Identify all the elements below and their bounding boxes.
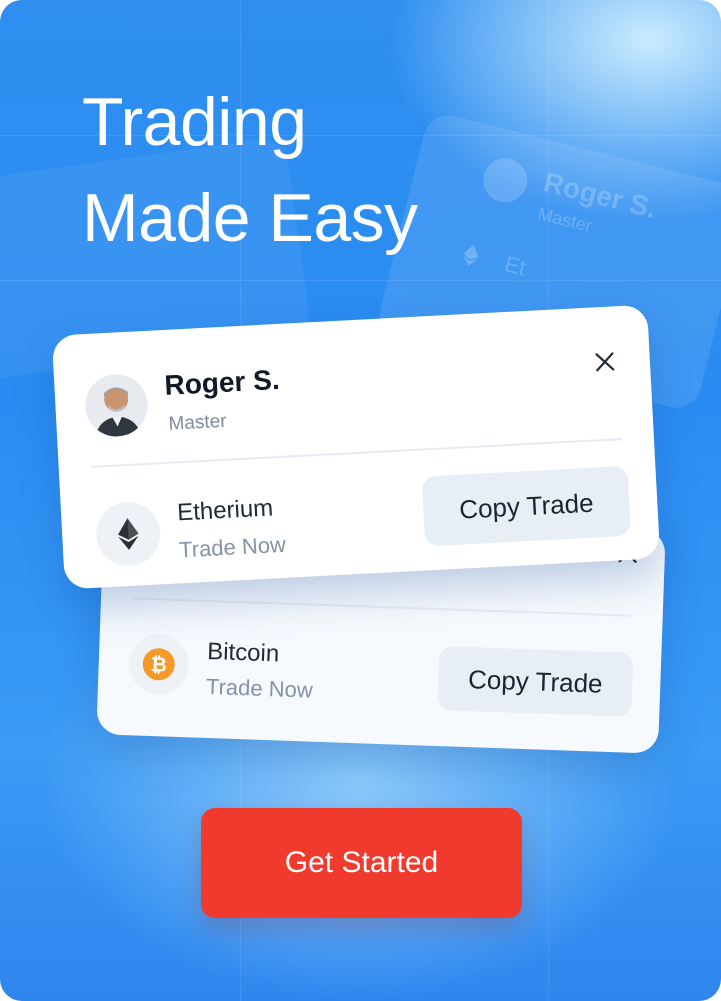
asset-subtitle: Trade Now: [205, 673, 314, 703]
title-line-2: Made Easy: [82, 180, 418, 256]
avatar-ghost-icon: [478, 153, 532, 207]
background-card-coin: Et: [502, 251, 529, 281]
page-title: Trading Made Easy: [82, 74, 418, 266]
divider: [132, 597, 631, 617]
divider: [90, 438, 623, 468]
title-line-1: Trading: [82, 84, 307, 160]
trader-role: Master: [168, 410, 228, 435]
svg-text:₿: ₿: [150, 654, 167, 677]
avatar: [83, 372, 150, 439]
promo-screen: Roger S. Master Et Trading Made Easy ₿ B…: [0, 0, 721, 1001]
bitcoin-icon-badge: ₿: [127, 633, 190, 696]
copy-trade-button[interactable]: Copy Trade: [437, 646, 634, 717]
ethereum-icon-badge: [94, 500, 162, 568]
profile-trade-card: Roger S. Master Etherium Trade Now Copy …: [51, 304, 661, 590]
copy-trade-button[interactable]: Copy Trade: [421, 465, 632, 547]
asset-name: Etherium: [176, 494, 274, 527]
close-icon[interactable]: [589, 346, 621, 378]
ethereum-ghost-icon: [455, 239, 487, 271]
get-started-button[interactable]: Get Started: [201, 808, 522, 918]
trader-name: Roger S.: [163, 363, 281, 401]
bitcoin-icon: ₿: [142, 648, 175, 681]
asset-subtitle: Trade Now: [178, 531, 287, 563]
ethereum-icon: [118, 518, 139, 550]
person-avatar-icon: [83, 372, 150, 439]
asset-name: Bitcoin: [206, 637, 280, 668]
